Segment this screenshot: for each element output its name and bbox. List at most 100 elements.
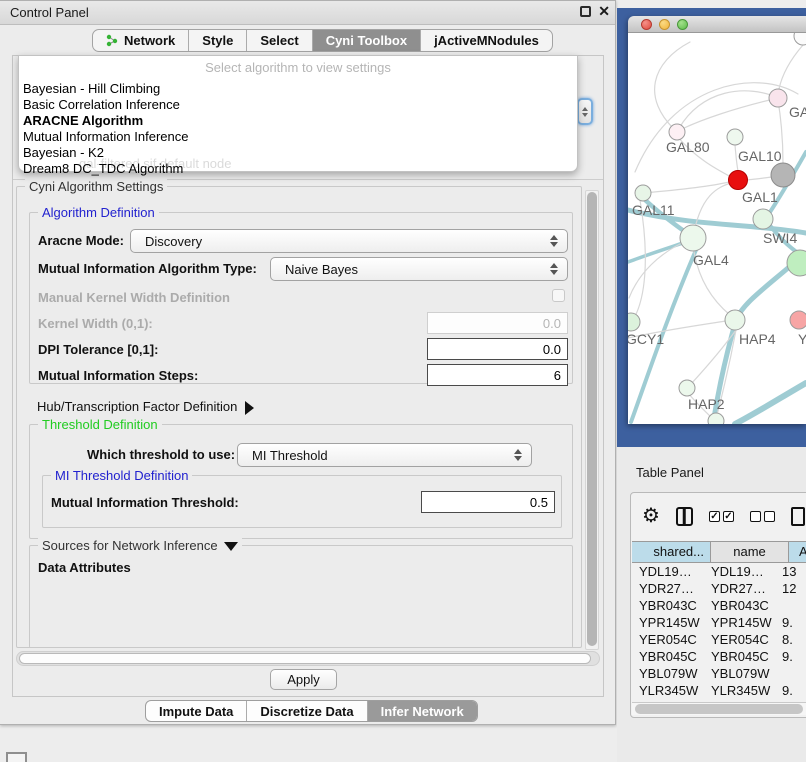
which-threshold-label: Which threshold to use: [87,447,235,462]
network-edge [643,182,729,193]
network-node[interactable] [771,163,795,187]
table-cell: YBR043C [704,597,775,614]
tab-impute-data[interactable]: Impute Data [146,701,246,721]
node-label: Y [798,331,806,347]
table-panel-box: ⚙ ✓✓ shared... name A YDL19…YDL19…13YDR2… [630,492,806,718]
network-node[interactable] [669,124,685,140]
table-row[interactable]: YLR345WYLR345W9. [632,682,806,699]
sources-toggle[interactable]: Sources for Network Inference [38,538,242,553]
table-row[interactable]: YBR043CYBR043C [632,597,806,614]
algorithm-select-popup: Select algorithm to view settings Bayesi… [18,55,578,172]
node-label: HAP2 [688,396,725,412]
network-node[interactable] [769,89,787,107]
manual-kernel-checkbox[interactable] [552,289,565,302]
selected-value: Discovery [131,234,550,249]
network-edge [655,42,690,132]
table-horizontal-scrollbar[interactable] [632,702,806,715]
minimize-traffic-light-icon[interactable] [659,19,670,30]
network-canvas[interactable]: GALGAL80GAL10GAL1GAL11SWI4GAL4GCY1HAP4YH… [628,33,806,424]
table-cell: YIL052C [632,699,704,701]
table-row[interactable]: YPR145WYPR145W9. [632,614,806,631]
tab-infer-network[interactable]: Infer Network [367,701,477,721]
algorithm-option[interactable]: Mutual Information Inference [19,129,577,145]
scrollbar-thumb[interactable] [635,704,803,714]
table-row[interactable]: YBL079WYBL079W [632,665,806,682]
tab-cyni-toolbox[interactable]: Cyni Toolbox [312,30,420,51]
selected-value: MI Threshold [238,448,514,463]
column-header-shared-name[interactable]: shared... [632,542,711,562]
tab-label: Impute Data [159,704,233,719]
table-cell: 9. [775,699,806,701]
algorithm-option[interactable]: Bayesian - Hill Climbing [19,81,577,97]
table-panel-title: Table Panel [636,465,704,480]
table-row[interactable]: YER054CYER054C8. [632,631,806,648]
algorithm-definition-group: Algorithm Definition Aracne Mode: Discov… [29,212,573,384]
network-node[interactable] [727,129,743,145]
unchecked-checkbox-icon [764,511,775,522]
network-node[interactable] [753,209,773,229]
control-panel-tabs: Network Style Select Cyni Toolbox jActiv… [92,29,553,52]
node-label: GCY1 [628,331,664,347]
aracne-mode-select[interactable]: Discovery [130,229,568,253]
select-all-icon[interactable]: ✓✓ [709,511,734,522]
algorithm-option[interactable]: ARACNE Algorithm [19,113,577,129]
network-node[interactable] [729,171,748,190]
table-row[interactable]: YDL19…YDL19…13 [632,563,806,580]
tab-jactivemnodules[interactable]: jActiveMNodules [420,30,552,51]
cyni-algorithm-settings-group: Cyni Algorithm Settings Algorithm Defini… [16,186,582,648]
tab-select[interactable]: Select [246,30,311,51]
kernel-width-field[interactable] [427,312,568,334]
table-header-row: shared... name A [632,541,806,563]
close-traffic-light-icon[interactable] [641,19,652,30]
dpi-tolerance-field[interactable] [427,338,568,360]
network-node[interactable] [680,225,706,251]
mi-steps-field[interactable] [427,364,568,386]
table-toolbar: ⚙ ✓✓ [631,501,806,531]
table-row[interactable]: YIL052CYIL052C9. [632,699,806,701]
document-icon[interactable] [791,507,805,526]
network-node[interactable] [790,311,806,329]
tab-network[interactable]: Network [93,30,188,51]
close-icon[interactable]: ✕ [598,3,610,20]
table-row[interactable]: YDR27…YDR27…12 [632,580,806,597]
table-row[interactable]: YBR045CYBR045C9. [632,648,806,665]
network-node[interactable] [635,185,651,201]
control-panel-titlebar: Control Panel ✕ [0,1,615,25]
network-node[interactable] [787,250,806,276]
column-header-partial[interactable]: A [789,542,806,562]
columns-icon[interactable] [676,507,693,526]
settings-horizontal-scrollbar[interactable] [16,651,600,666]
dpi-tolerance-label: DPI Tolerance [0,1]: [38,342,158,357]
sources-group: Sources for Network Inference Data Attri… [29,545,573,648]
column-header-name[interactable]: name [711,542,789,562]
zoom-traffic-light-icon[interactable] [677,19,688,30]
float-window-icon[interactable] [580,6,591,17]
kernel-width-label: Kernel Width (0,1): [38,316,153,331]
network-node[interactable] [794,33,806,45]
selected-value: Naive Bayes [271,262,550,277]
table-cell: YBL079W [632,665,704,682]
mi-algorithm-type-select[interactable]: Naive Bayes [270,257,568,281]
network-node[interactable] [725,310,745,330]
scrollbar-thumb[interactable] [587,192,597,646]
table-cell: YDR27… [704,580,775,597]
network-node[interactable] [628,313,640,331]
scrollbar-thumb[interactable] [19,653,591,664]
network-node[interactable] [679,380,695,396]
minimized-panel-fragment[interactable] [6,752,27,762]
checked-checkbox-icon: ✓ [723,511,734,522]
tab-style[interactable]: Style [188,30,246,51]
settings-vertical-scrollbar[interactable] [585,190,599,650]
hub-definition-toggle[interactable]: Hub/Transcription Factor Definition [37,399,254,415]
network-node[interactable] [708,413,724,424]
apply-button[interactable]: Apply [270,669,337,690]
algorithm-option[interactable]: Basic Correlation Inference [19,97,577,113]
deselect-all-icon[interactable] [750,511,775,522]
tab-label: Style [202,33,233,48]
node-label: HAP4 [739,331,776,347]
gear-icon[interactable]: ⚙ [642,506,660,526]
which-threshold-select[interactable]: MI Threshold [237,443,532,467]
table-body[interactable]: YDL19…YDL19…13YDR27…YDR27…12YBR043CYBR04… [632,563,806,701]
mi-threshold-field[interactable] [421,491,555,513]
tab-discretize-data[interactable]: Discretize Data [246,701,366,721]
